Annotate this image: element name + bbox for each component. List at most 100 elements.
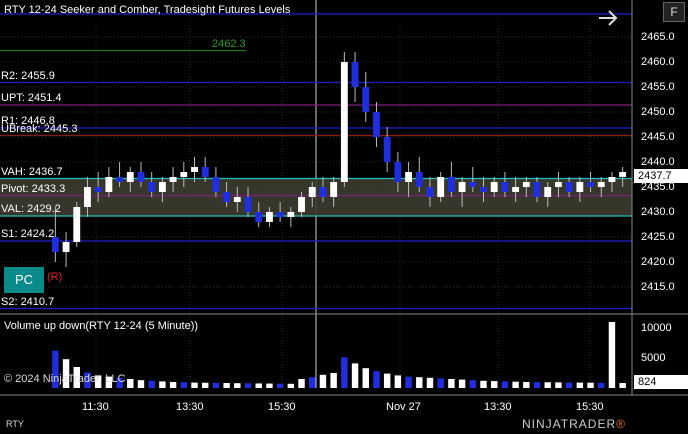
candle-body	[255, 212, 263, 222]
candle-body	[522, 182, 530, 187]
candle-body	[298, 197, 305, 212]
price-tick-label: 2460.0	[641, 56, 675, 68]
level-label: VAH: 2436.7	[1, 165, 63, 178]
current-price-marker: 2437.7	[634, 169, 688, 183]
candle-body	[544, 187, 552, 197]
volume-bar	[362, 368, 369, 388]
symbol-label: RTY	[6, 419, 24, 429]
level-label: 2462.3	[212, 37, 246, 50]
candle-body	[73, 207, 81, 242]
candle-body	[351, 62, 359, 87]
volume-bar	[501, 381, 509, 388]
candle-body	[469, 182, 477, 187]
volume-bar	[480, 380, 487, 388]
arrow-right-icon[interactable]	[597, 9, 619, 27]
volume-bar	[383, 373, 391, 388]
candle-body	[340, 62, 348, 182]
volume-bar	[373, 371, 380, 388]
candle-body	[426, 187, 434, 197]
volume-bar	[127, 379, 134, 388]
volume-bar	[180, 382, 188, 388]
time-tick-label: Nov 27	[386, 401, 421, 413]
candle-body	[116, 177, 123, 182]
candle-body	[373, 112, 380, 137]
volume-bar	[523, 382, 530, 388]
candle-body	[330, 182, 338, 197]
volume-bar	[287, 383, 295, 388]
candle-body	[105, 177, 113, 192]
volume-bar	[458, 379, 466, 388]
candle-body	[287, 212, 295, 217]
price-tick-label: 2420.0	[641, 256, 675, 268]
candle-body	[383, 137, 391, 162]
volume-bar	[159, 381, 166, 388]
candle-body	[405, 172, 412, 182]
volume-bar	[276, 383, 284, 388]
candle-body	[437, 177, 445, 197]
candle-body	[490, 182, 498, 192]
candle-body	[394, 162, 402, 182]
candle-body	[362, 87, 370, 112]
candle-body	[319, 187, 327, 197]
price-tick-label: 2455.0	[641, 81, 675, 93]
volume-bar	[201, 382, 209, 388]
price-tick-label: 2415.0	[641, 281, 675, 293]
time-tick-label: 11:30	[82, 401, 109, 413]
candle-body	[180, 172, 188, 177]
f-button[interactable]: F	[663, 2, 685, 22]
candle-body	[212, 177, 220, 192]
candlestick-series	[51, 52, 627, 267]
candle-body	[555, 182, 562, 187]
level-label: S2: 2410.7	[1, 295, 55, 308]
candle-body	[619, 172, 627, 177]
candle-body	[608, 177, 616, 182]
level-label: VAL: 2429.2	[1, 203, 61, 215]
volume-bar	[587, 382, 594, 388]
volume-tick-label: 10000	[641, 322, 672, 334]
level-label: UBreak: 2445.3	[1, 122, 78, 135]
volume-bar	[565, 382, 573, 388]
pc-button[interactable]: PC	[4, 267, 44, 293]
candle-body	[201, 167, 209, 177]
candle-body	[137, 172, 145, 182]
volume-bar	[608, 322, 616, 388]
candle-body	[480, 187, 487, 192]
candle-body	[587, 182, 594, 187]
r-marker: (R)	[47, 271, 63, 283]
chart-canvas[interactable]	[0, 0, 688, 434]
volume-bar	[533, 382, 541, 388]
candle-body	[84, 187, 91, 207]
candle-body	[458, 182, 466, 192]
candle-body	[233, 197, 241, 202]
volume-bar	[576, 382, 584, 388]
ninjatrader-logo: NINJATRADER®	[522, 417, 626, 431]
candle-body	[308, 187, 316, 197]
volume-bar	[448, 379, 455, 388]
candle-body	[62, 242, 70, 252]
time-tick-label: 13:30	[484, 401, 512, 413]
chart-window[interactable]: RTY 12-24 Seeker and Comber, Tradesight …	[0, 0, 688, 434]
candle-body	[158, 182, 166, 192]
candle-body	[501, 182, 509, 192]
time-tick-label: 15:30	[268, 401, 296, 413]
candle-body	[576, 182, 584, 192]
chart-title: RTY 12-24 Seeker and Comber, Tradesight …	[4, 4, 291, 16]
volume-bar	[416, 377, 423, 388]
volume-bar	[234, 383, 241, 388]
price-tick-label: 2430.0	[641, 206, 675, 218]
candle-body	[244, 197, 252, 212]
volume-bar	[266, 383, 273, 388]
current-volume-marker: 824	[634, 375, 688, 389]
volume-bar	[490, 381, 498, 388]
candle-body	[415, 172, 423, 187]
price-tick-label: 2440.0	[641, 156, 675, 168]
level-label: Pivot: 2433.3	[1, 182, 66, 195]
candle-body	[148, 182, 156, 192]
volume-bar	[148, 380, 155, 388]
time-tick-label: 13:30	[176, 401, 204, 413]
volume-bar	[298, 379, 305, 388]
volume-bar	[169, 382, 177, 388]
candle-body	[447, 177, 455, 192]
candle-body	[565, 182, 573, 192]
time-tick-label: 15:30	[576, 401, 604, 413]
